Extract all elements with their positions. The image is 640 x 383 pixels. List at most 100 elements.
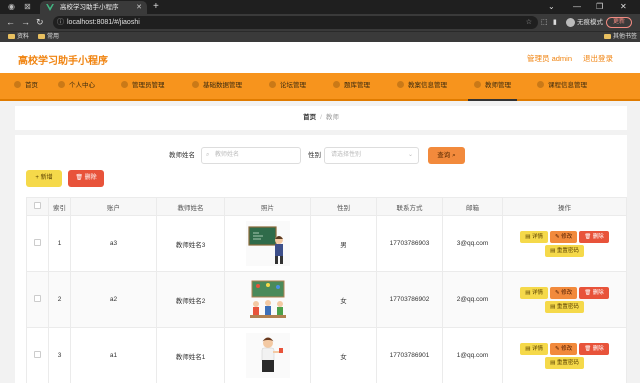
index-cell: 1	[48, 215, 71, 272]
select-all-header[interactable]	[26, 197, 49, 216]
teacher-photo	[245, 221, 290, 266]
column-header: 账户	[70, 197, 157, 216]
url-input[interactable]: ⓘ localhost:8081/#/jiaoshi ☆	[53, 16, 538, 29]
sidebar-icon[interactable]: ▮	[553, 14, 557, 31]
tab-search-icon[interactable]: ◉	[8, 0, 15, 14]
incognito-icon	[566, 17, 575, 27]
browser-tab-bar: ◉ ⊠ 高校学习助手小程序 ✕ + ⌄ — ❐ ✕	[0, 0, 640, 14]
delete-button[interactable]: 🗑 删除	[579, 286, 609, 299]
detail-label: 详情	[532, 345, 544, 352]
bookmark-star-icon[interactable]: ☆	[526, 16, 532, 29]
doc-icon: ▤	[525, 345, 533, 352]
row-select-cell[interactable]	[26, 215, 49, 272]
row-select-cell[interactable]	[26, 327, 49, 383]
row-checkbox[interactable]	[34, 295, 41, 302]
menu-label: 教案信息管理	[408, 82, 447, 89]
name-cell: 教师姓名2	[156, 271, 225, 328]
delete-button[interactable]: 🗑 删除	[579, 230, 609, 243]
teacher-table: 索引 账户 教师姓名 照片 性别 联系方式 邮箱 操作 1 a3 教师姓名3 男…	[26, 197, 627, 383]
email-cell: 3@qq.com	[442, 215, 503, 272]
update-button[interactable]: 更新	[606, 17, 632, 28]
minimize-icon[interactable]: —	[573, 0, 581, 14]
edit-label: 修改	[561, 289, 573, 296]
table-header-row: 索引 账户 教师姓名 照片 性别 联系方式 邮箱 操作	[26, 197, 627, 216]
logout-link[interactable]: 退出登录	[583, 53, 613, 64]
query-button[interactable]: 查询 ⌕	[428, 147, 465, 164]
reset-password-label: 重置密码	[556, 303, 579, 310]
browser-tab[interactable]: 高校学习助手小程序 ✕	[40, 1, 147, 14]
menu-item-question-bank[interactable]: 题库管理	[333, 73, 370, 99]
reload-icon[interactable]: ↻	[36, 14, 44, 31]
question-bank-icon	[333, 80, 340, 88]
teacher-photo	[245, 333, 290, 378]
edit-button[interactable]: ✎ 修改	[550, 286, 578, 299]
reset-password-button[interactable]: ▤ 重置密码	[545, 244, 584, 257]
phone-cell: 17703786901	[376, 327, 443, 383]
forward-icon[interactable]: →	[21, 14, 30, 31]
gender-select[interactable]: 请选择性别 ⌄	[324, 147, 419, 164]
name-search-input[interactable]: ⌕ 教师姓名	[201, 147, 301, 164]
detail-button[interactable]: ▤ 详情	[520, 286, 549, 299]
edit-button[interactable]: ✎ 修改	[550, 342, 578, 355]
trash-icon: 🗑	[584, 289, 593, 296]
bookmark-label: 常用	[47, 34, 60, 40]
add-button[interactable]: + 新增	[26, 170, 62, 187]
detail-button[interactable]: ▤ 详情	[520, 342, 549, 355]
detail-label: 详情	[532, 233, 544, 240]
close-window-icon[interactable]: ✕	[620, 0, 627, 14]
home-icon	[14, 80, 21, 88]
delete-button[interactable]: 🗑 删除	[579, 342, 609, 355]
column-header: 索引	[48, 197, 71, 216]
search-icon: ⌕	[206, 152, 210, 158]
current-user[interactable]: 管理员 admin	[527, 53, 572, 64]
menu-item-admin[interactable]: 管理员管理	[121, 73, 165, 99]
folder-icon	[8, 33, 15, 39]
detail-button[interactable]: ▤ 详情	[520, 230, 549, 243]
restore-icon[interactable]: ❐	[596, 0, 603, 14]
menu-item-profile[interactable]: 个人中心	[58, 73, 95, 99]
index-cell: 2	[48, 271, 71, 328]
menu-item-course[interactable]: 课程信息管理	[537, 73, 587, 99]
menu-item-basic-data[interactable]: 基础数据管理	[192, 73, 242, 99]
menu-item-home[interactable]: 首页	[14, 73, 38, 99]
info-icon[interactable]: ⓘ	[57, 16, 64, 29]
tab-list-icon[interactable]: ⊠	[24, 0, 31, 14]
query-label: 查询	[437, 152, 451, 159]
tab-dropdown-icon[interactable]: ⌄	[548, 0, 555, 14]
reset-password-button[interactable]: ▤ 重置密码	[545, 300, 584, 313]
row-checkbox[interactable]	[34, 351, 41, 358]
photo-cell	[224, 271, 311, 328]
gender-select-placeholder: 请选择性别	[331, 152, 362, 158]
account-cell: a2	[70, 271, 157, 328]
tab-close-icon[interactable]: ✕	[136, 1, 142, 14]
menu-label: 题库管理	[344, 82, 370, 89]
row-select-cell[interactable]	[26, 271, 49, 328]
name-search-label: 教师姓名	[169, 152, 195, 159]
back-icon[interactable]: ←	[6, 14, 15, 31]
gender-cell: 男	[310, 215, 377, 272]
edit-button[interactable]: ✎ 修改	[550, 230, 578, 243]
extensions-icon[interactable]: ⬚	[541, 14, 548, 31]
url-text: localhost:8081/#/jiaoshi	[67, 19, 140, 26]
actions-cell: ▤ 详情 ✎ 修改 🗑 删除 ▤ 重置密码	[502, 327, 627, 383]
select-all-checkbox[interactable]	[34, 202, 41, 209]
lesson-plan-icon	[397, 80, 404, 88]
menu-label: 课程信息管理	[548, 82, 587, 89]
admin-icon	[121, 80, 128, 88]
row-checkbox[interactable]	[34, 239, 41, 246]
delete-label: 删除	[592, 233, 604, 240]
table-row: 3 a1 教师姓名1 女 17703786901 1@qq.com ▤ 详情 ✎…	[26, 327, 627, 383]
reset-password-button[interactable]: ▤ 重置密码	[545, 356, 584, 369]
menu-item-teacher[interactable]: 教师管理	[468, 73, 517, 101]
menu-item-forum[interactable]: 论坛管理	[269, 73, 306, 99]
photo-cell	[224, 215, 311, 272]
batch-delete-button[interactable]: 🗑 删除	[68, 170, 104, 187]
incognito-indicator[interactable]: 无痕模式	[566, 17, 603, 28]
bookmark-label: 资料	[17, 34, 30, 40]
forum-icon	[269, 80, 276, 88]
doc-icon: ▤	[550, 303, 557, 310]
new-tab-icon[interactable]: +	[153, 0, 159, 13]
column-header: 教师姓名	[156, 197, 225, 216]
breadcrumb-home[interactable]: 首页	[303, 114, 316, 121]
menu-item-lesson-plan[interactable]: 教案信息管理	[397, 73, 447, 99]
